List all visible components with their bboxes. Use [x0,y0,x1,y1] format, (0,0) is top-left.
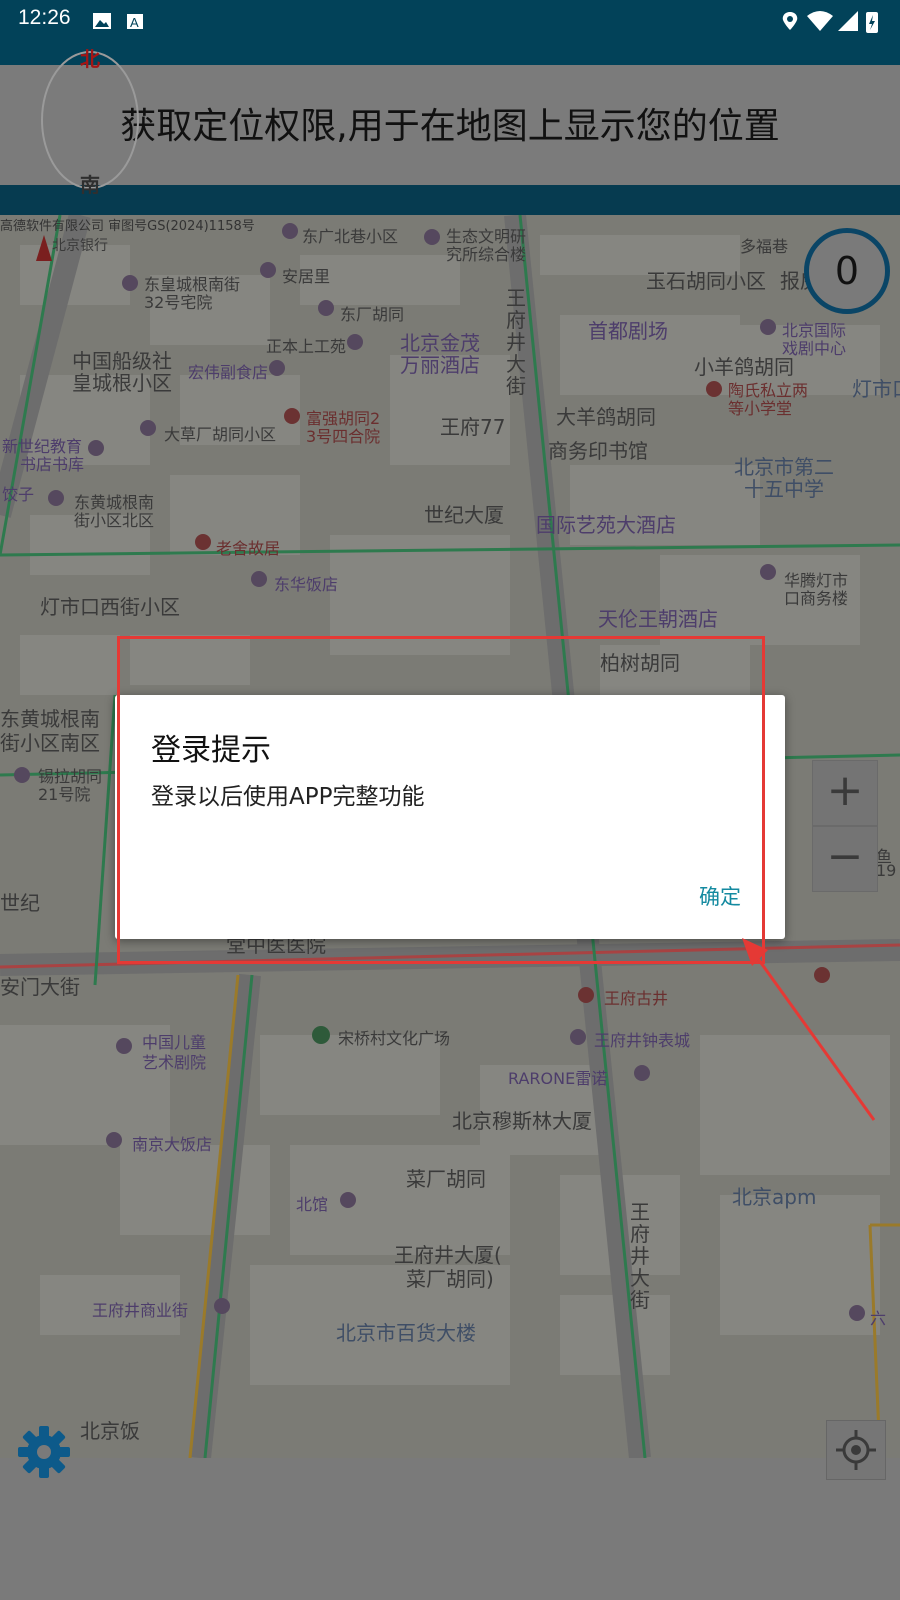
map-label: 北京apm [732,1185,817,1209]
locate-button[interactable] [826,1420,886,1480]
map-label: 南京大饭店 [132,1135,213,1154]
map-label: 艺术剧院 [142,1053,207,1072]
map-label: 东厂胡同 [340,305,405,324]
map-label-vertical: 王府井大街 [630,1200,650,1312]
bottom-bar [0,1458,900,1600]
map-label: 小羊鸽胡同 [694,355,794,379]
map-label: 灯市口 [852,377,900,401]
map-label: 玉石胡同小区 [646,269,766,293]
map-label: 王府古井 [604,989,669,1008]
map-label: 王府井钟表城 [594,1031,691,1050]
status-time: 12:26 [18,6,71,29]
compass-icon[interactable]: 北 南 [40,44,140,194]
map-label: 北馆 [296,1195,329,1214]
map-label: 多福巷 [740,237,789,256]
map-label: 世纪大厦 [424,503,504,527]
map-label: 北京穆斯林大厦 [452,1109,592,1133]
map-label: 等小学堂 [728,399,793,418]
map-label: 街小区北区 [74,511,155,530]
map-label: 究所综合楼 [446,245,527,264]
map-label: 菜厂胡同) [406,1267,494,1291]
highlight-box [117,636,765,964]
map-label: 宋桥村文化广场 [338,1029,451,1048]
map-label: 饺子 [2,485,35,504]
map-label: 王府77 [440,415,506,439]
map-label: 世纪 [0,891,40,915]
map-label: 国际艺苑大酒店 [536,513,676,537]
map-label: 口商务楼 [784,589,849,608]
a-text-icon: A [127,14,143,30]
map-label: 32号宅院 [144,293,213,312]
map-label: 书店书库 [20,455,85,474]
counter-badge[interactable]: 0 [804,228,890,314]
map-label: 安居里 [282,267,331,286]
map-label: 21号院 [38,785,91,804]
map-label: 街小区南区 [0,731,100,755]
map-copyright: 高德软件有限公司 审图号GS(2024)1158号 [0,219,255,234]
svg-text:A: A [130,15,139,30]
map-label: 3号四合院 [306,427,381,446]
map-label: 北京饭 [80,1419,140,1443]
compass-north-label: 北 [80,47,100,71]
zoom-in-button[interactable]: + [812,760,878,826]
crosshair-icon [836,1430,876,1470]
compass-south-label: 南 [80,173,100,194]
wifi-icon [807,11,833,31]
map-label: 灯市口西街小区 [40,595,180,619]
location-pin-icon [782,12,798,30]
map-label: 天伦王朝酒店 [598,607,718,631]
map-label: 正本上工苑 [266,337,347,356]
map-label: 东华饭店 [274,575,339,594]
map-label: 王府井商业街 [92,1301,189,1320]
map-label: RARONE雷诺 [508,1069,608,1088]
map-label: 19 [876,861,897,880]
map-label: 安门大街 [0,975,80,999]
map-label: 十五中学 [744,477,824,501]
map-label: 大羊鸽胡同 [556,405,656,429]
map-label: 皇城根小区 [72,371,172,395]
zoom-out-button[interactable]: − [812,826,878,892]
map-label: 菜厂胡同 [406,1167,486,1191]
settings-gear-icon[interactable] [16,1424,72,1480]
map-label: 北京市百货大楼 [336,1321,476,1345]
map-label: 大草厂胡同小区 [164,425,277,444]
image-icon [93,13,111,29]
map-label: 北京银行 [52,238,108,254]
map-label: 六 [870,1309,887,1328]
map-label: 东广北巷小区 [302,227,399,246]
battery-charging-icon [866,12,878,33]
map-label: 宏伟副食店 [188,363,269,382]
signal-icon [838,11,858,31]
map-label: 老舍故居 [216,539,281,558]
map-label: 万丽酒店 [400,353,480,377]
map-label: 商务印书馆 [548,439,648,463]
map-label: 首都剧场 [588,319,668,343]
map-label-vertical: 王府井大街 [506,286,526,398]
